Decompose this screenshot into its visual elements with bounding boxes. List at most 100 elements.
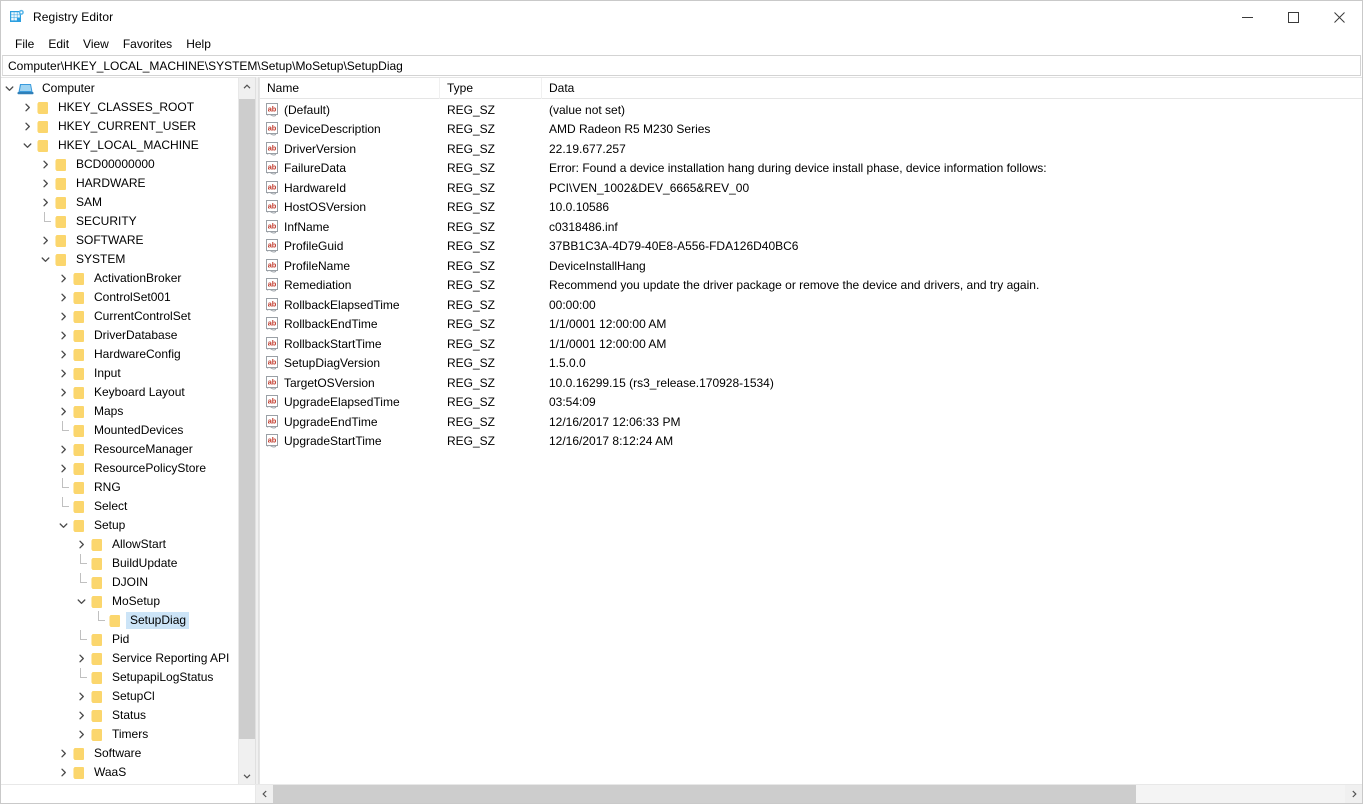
- tree-item-rng[interactable]: RNG: [1, 478, 238, 497]
- chevron-right-icon[interactable]: [55, 440, 71, 459]
- tree-vertical-scrollbar[interactable]: [238, 78, 255, 784]
- value-row[interactable]: abDriverVersionREG_SZ22.19.677.257: [260, 139, 1362, 159]
- registry-tree[interactable]: ComputerHKEY_CLASSES_ROOTHKEY_CURRENT_US…: [1, 78, 238, 784]
- value-row[interactable]: abProfileNameREG_SZDeviceInstallHang: [260, 256, 1362, 276]
- tree-item-keyboard-layout[interactable]: Keyboard Layout: [1, 383, 238, 402]
- chevron-right-icon[interactable]: [37, 155, 53, 174]
- tree-item-software[interactable]: Software: [1, 744, 238, 763]
- chevron-right-icon[interactable]: [55, 326, 71, 345]
- chevron-right-icon[interactable]: [55, 402, 71, 421]
- tree-scroll-track[interactable]: [239, 95, 255, 767]
- chevron-right-icon[interactable]: [19, 98, 35, 117]
- menu-edit[interactable]: Edit: [41, 35, 76, 53]
- tree-item-mounteddevices[interactable]: MountedDevices: [1, 421, 238, 440]
- value-row[interactable]: abTargetOSVersionREG_SZ10.0.16299.15 (rs…: [260, 373, 1362, 393]
- address-bar[interactable]: Computer\HKEY_LOCAL_MACHINE\SYSTEM\Setup…: [2, 55, 1361, 76]
- tree-item-timers[interactable]: Timers: [1, 725, 238, 744]
- value-row[interactable]: abUpgradeEndTimeREG_SZ12/16/2017 12:06:3…: [260, 412, 1362, 432]
- tree-item-allowstart[interactable]: AllowStart: [1, 535, 238, 554]
- tree-item-activationbroker[interactable]: ActivationBroker: [1, 269, 238, 288]
- tree-item-pid[interactable]: Pid: [1, 630, 238, 649]
- maximize-button[interactable]: [1270, 1, 1316, 33]
- chevron-right-icon[interactable]: [73, 725, 89, 744]
- scroll-down-icon[interactable]: [239, 767, 255, 784]
- chevron-right-icon[interactable]: [19, 117, 35, 136]
- tree-item-setup[interactable]: Setup: [1, 516, 238, 535]
- tree-item-maps[interactable]: Maps: [1, 402, 238, 421]
- tree-item-hardware[interactable]: HARDWARE: [1, 174, 238, 193]
- tree-item-status[interactable]: Status: [1, 706, 238, 725]
- tree-scroll-thumb[interactable]: [239, 99, 255, 739]
- tree-item-bcd00000000[interactable]: BCD00000000: [1, 155, 238, 174]
- tree-item-setupdiag[interactable]: SetupDiag: [1, 611, 238, 630]
- tree-item-security[interactable]: SECURITY: [1, 212, 238, 231]
- chevron-right-icon[interactable]: [37, 231, 53, 250]
- chevron-down-icon[interactable]: [73, 592, 89, 611]
- menu-view[interactable]: View: [76, 35, 116, 53]
- tree-item-service-reporting-api[interactable]: Service Reporting API: [1, 649, 238, 668]
- column-header-name[interactable]: Name: [260, 78, 440, 99]
- close-button[interactable]: [1316, 1, 1362, 33]
- value-row[interactable]: abDeviceDescriptionREG_SZAMD Radeon R5 M…: [260, 120, 1362, 140]
- value-row[interactable]: abRollbackEndTimeREG_SZ1/1/0001 12:00:00…: [260, 315, 1362, 335]
- chevron-right-icon[interactable]: [55, 744, 71, 763]
- value-row[interactable]: abInfNameREG_SZc0318486.inf: [260, 217, 1362, 237]
- value-row[interactable]: abUpgradeElapsedTimeREG_SZ03:54:09: [260, 393, 1362, 413]
- scroll-up-icon[interactable]: [239, 78, 255, 95]
- tree-item-hkey-local-machine[interactable]: HKEY_LOCAL_MACHINE: [1, 136, 238, 155]
- chevron-right-icon[interactable]: [55, 288, 71, 307]
- value-row[interactable]: abProfileGuidREG_SZ37BB1C3A-4D79-40E8-A5…: [260, 237, 1362, 257]
- value-row[interactable]: abRollbackStartTimeREG_SZ1/1/0001 12:00:…: [260, 334, 1362, 354]
- tree-item-controlset001[interactable]: ControlSet001: [1, 288, 238, 307]
- menu-help[interactable]: Help: [179, 35, 218, 53]
- tree-item-driverdatabase[interactable]: DriverDatabase: [1, 326, 238, 345]
- value-row[interactable]: abHardwareIdREG_SZPCI\VEN_1002&DEV_6665&…: [260, 178, 1362, 198]
- chevron-down-icon[interactable]: [37, 250, 53, 269]
- chevron-right-icon[interactable]: [55, 383, 71, 402]
- chevron-right-icon[interactable]: [73, 687, 89, 706]
- tree-item-resourcemanager[interactable]: ResourceManager: [1, 440, 238, 459]
- chevron-down-icon[interactable]: [19, 136, 35, 155]
- values-list-body[interactable]: ab(Default)REG_SZ(value not set)abDevice…: [260, 99, 1362, 784]
- tree-item-input[interactable]: Input: [1, 364, 238, 383]
- tree-item-hardwareconfig[interactable]: HardwareConfig: [1, 345, 238, 364]
- tree-item-computer[interactable]: Computer: [1, 79, 238, 98]
- chevron-right-icon[interactable]: [55, 782, 71, 784]
- value-row[interactable]: abFailureDataREG_SZError: Found a device…: [260, 159, 1362, 179]
- tree-item-select[interactable]: Select: [1, 497, 238, 516]
- chevron-down-icon[interactable]: [1, 79, 17, 98]
- menu-favorites[interactable]: Favorites: [116, 35, 179, 53]
- chevron-right-icon[interactable]: [55, 763, 71, 782]
- chevron-right-icon[interactable]: [73, 706, 89, 725]
- chevron-right-icon[interactable]: [73, 649, 89, 668]
- chevron-right-icon[interactable]: [73, 535, 89, 554]
- column-header-data[interactable]: Data: [542, 78, 1362, 99]
- values-horizontal-scrollbar[interactable]: [256, 785, 1362, 803]
- menu-file[interactable]: File: [8, 35, 41, 53]
- chevron-right-icon[interactable]: [55, 307, 71, 326]
- tree-item-djoin[interactable]: DJOIN: [1, 573, 238, 592]
- tree-item-hkey-classes-root[interactable]: HKEY_CLASSES_ROOT: [1, 98, 238, 117]
- scroll-left-icon[interactable]: [256, 785, 273, 803]
- value-row[interactable]: abUpgradeStartTimeREG_SZ12/16/2017 8:12:…: [260, 432, 1362, 452]
- column-header-type[interactable]: Type: [440, 78, 542, 99]
- tree-item-wpa[interactable]: WPA: [1, 782, 238, 784]
- tree-item-sam[interactable]: SAM: [1, 193, 238, 212]
- horizontal-scroll-track[interactable]: [273, 785, 1345, 803]
- tree-item-setupapilogstatus[interactable]: SetupapiLogStatus: [1, 668, 238, 687]
- chevron-right-icon[interactable]: [55, 269, 71, 288]
- chevron-right-icon[interactable]: [55, 345, 71, 364]
- chevron-right-icon[interactable]: [37, 174, 53, 193]
- value-row[interactable]: abRemediationREG_SZRecommend you update …: [260, 276, 1362, 296]
- tree-item-software[interactable]: SOFTWARE: [1, 231, 238, 250]
- scroll-right-icon[interactable]: [1345, 785, 1362, 803]
- chevron-down-icon[interactable]: [55, 516, 71, 535]
- horizontal-scroll-thumb[interactable]: [273, 785, 1136, 803]
- tree-item-buildupdate[interactable]: BuildUpdate: [1, 554, 238, 573]
- tree-item-mosetup[interactable]: MoSetup: [1, 592, 238, 611]
- chevron-right-icon[interactable]: [55, 459, 71, 478]
- value-row[interactable]: ab(Default)REG_SZ(value not set): [260, 100, 1362, 120]
- minimize-button[interactable]: [1224, 1, 1270, 33]
- chevron-right-icon[interactable]: [37, 193, 53, 212]
- tree-item-resourcepolicystore[interactable]: ResourcePolicyStore: [1, 459, 238, 478]
